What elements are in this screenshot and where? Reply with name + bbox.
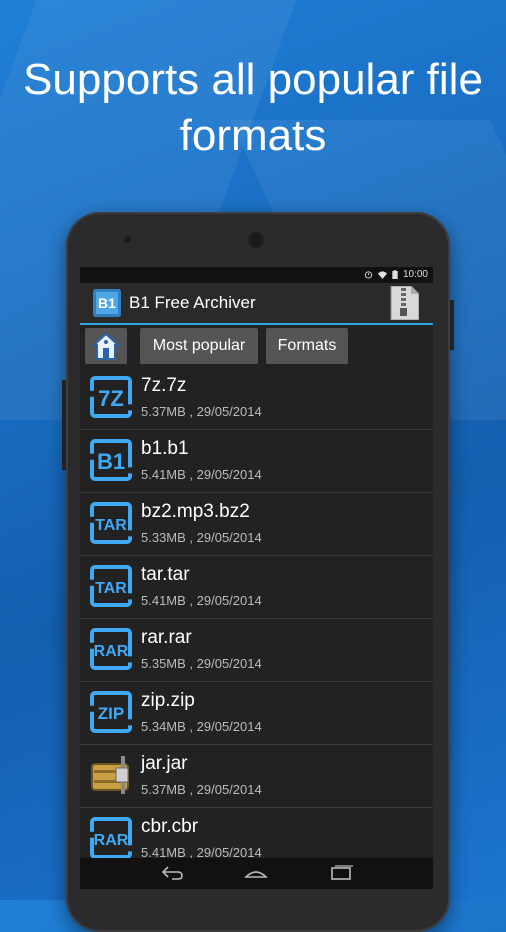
svg-text:7Z: 7Z [98, 386, 124, 411]
svg-text:B1: B1 [97, 449, 125, 474]
svg-text:RAR: RAR [94, 643, 129, 660]
file-row[interactable]: 7Z 7z.7z 5.37MB , 29/05/2014 [80, 367, 433, 430]
recents-icon[interactable] [329, 865, 353, 881]
zip-archive-icon: ZIP [90, 691, 132, 733]
file-row[interactable]: jar.jar 5.37MB , 29/05/2014 [80, 745, 433, 808]
file-name: 7z.7z [141, 375, 187, 396]
phone-camera [124, 236, 131, 243]
file-meta: 5.34MB , 29/05/2014 [141, 719, 262, 734]
file-name: rar.rar [141, 627, 192, 648]
file-row[interactable]: TAR bz2.mp3.bz2 5.33MB , 29/05/2014 [80, 493, 433, 556]
rar-archive-icon: RAR [90, 628, 132, 670]
app-bar: B1 B1 Free Archiver [80, 283, 433, 325]
phone-speaker [246, 230, 266, 250]
status-bar: 10:00 [80, 267, 433, 283]
most-popular-button[interactable]: Most popular [140, 328, 258, 364]
tar-archive-icon: TAR [90, 565, 132, 607]
svg-text:TAR: TAR [95, 517, 127, 534]
file-meta: 5.35MB , 29/05/2014 [141, 656, 262, 671]
file-name: jar.jar [141, 753, 188, 774]
tar-archive-icon: TAR [90, 502, 132, 544]
navigation-bar [80, 858, 433, 889]
svg-text:RAR: RAR [94, 832, 129, 849]
app-title: B1 Free Archiver [129, 293, 256, 312]
b1-archive-icon: B1 [90, 439, 132, 481]
rar-archive-icon: RAR [90, 817, 132, 859]
file-meta: 5.41MB , 29/05/2014 [141, 467, 262, 482]
phone-power-button [450, 300, 454, 350]
alarm-icon [364, 271, 373, 279]
home-icon [91, 332, 121, 360]
file-row[interactable]: RAR rar.rar 5.35MB , 29/05/2014 [80, 619, 433, 682]
home-button[interactable] [85, 328, 127, 364]
file-row[interactable]: ZIP zip.zip 5.34MB , 29/05/2014 [80, 682, 433, 745]
file-name: cbr.cbr [141, 816, 199, 837]
phone-screen: 10:00 B1 B1 Free Archiver Most popular F… [80, 267, 433, 889]
app-logo: B1 [93, 289, 121, 317]
jar-archive-icon [91, 756, 129, 794]
file-name: b1.b1 [141, 438, 189, 459]
svg-text:ZIP: ZIP [98, 704, 124, 723]
file-name: tar.tar [141, 564, 190, 585]
phone-volume-button [62, 380, 66, 470]
file-row[interactable]: B1 b1.b1 5.41MB , 29/05/2014 [80, 430, 433, 493]
file-meta: 5.37MB , 29/05/2014 [141, 404, 262, 419]
7z-archive-icon: 7Z [90, 376, 132, 418]
formats-button[interactable]: Formats [266, 328, 348, 364]
status-time: 10:00 [402, 269, 428, 280]
back-icon[interactable] [160, 865, 184, 881]
file-name: bz2.mp3.bz2 [141, 501, 250, 522]
home-nav-icon[interactable] [244, 865, 268, 881]
file-meta: 5.33MB , 29/05/2014 [141, 530, 262, 545]
file-row[interactable]: TAR tar.tar 5.41MB , 29/05/2014 [80, 556, 433, 619]
file-meta: 5.37MB , 29/05/2014 [141, 782, 262, 797]
file-meta: 5.41MB , 29/05/2014 [141, 593, 262, 608]
promo-headline: Supports all popular file formats [23, 55, 483, 160]
filter-toolbar: Most popular Formats [80, 325, 433, 367]
archive-zip-icon[interactable] [389, 286, 419, 320]
svg-text:TAR: TAR [95, 580, 127, 597]
file-name: zip.zip [141, 690, 195, 711]
battery-icon [392, 270, 398, 279]
wifi-icon [378, 271, 387, 279]
